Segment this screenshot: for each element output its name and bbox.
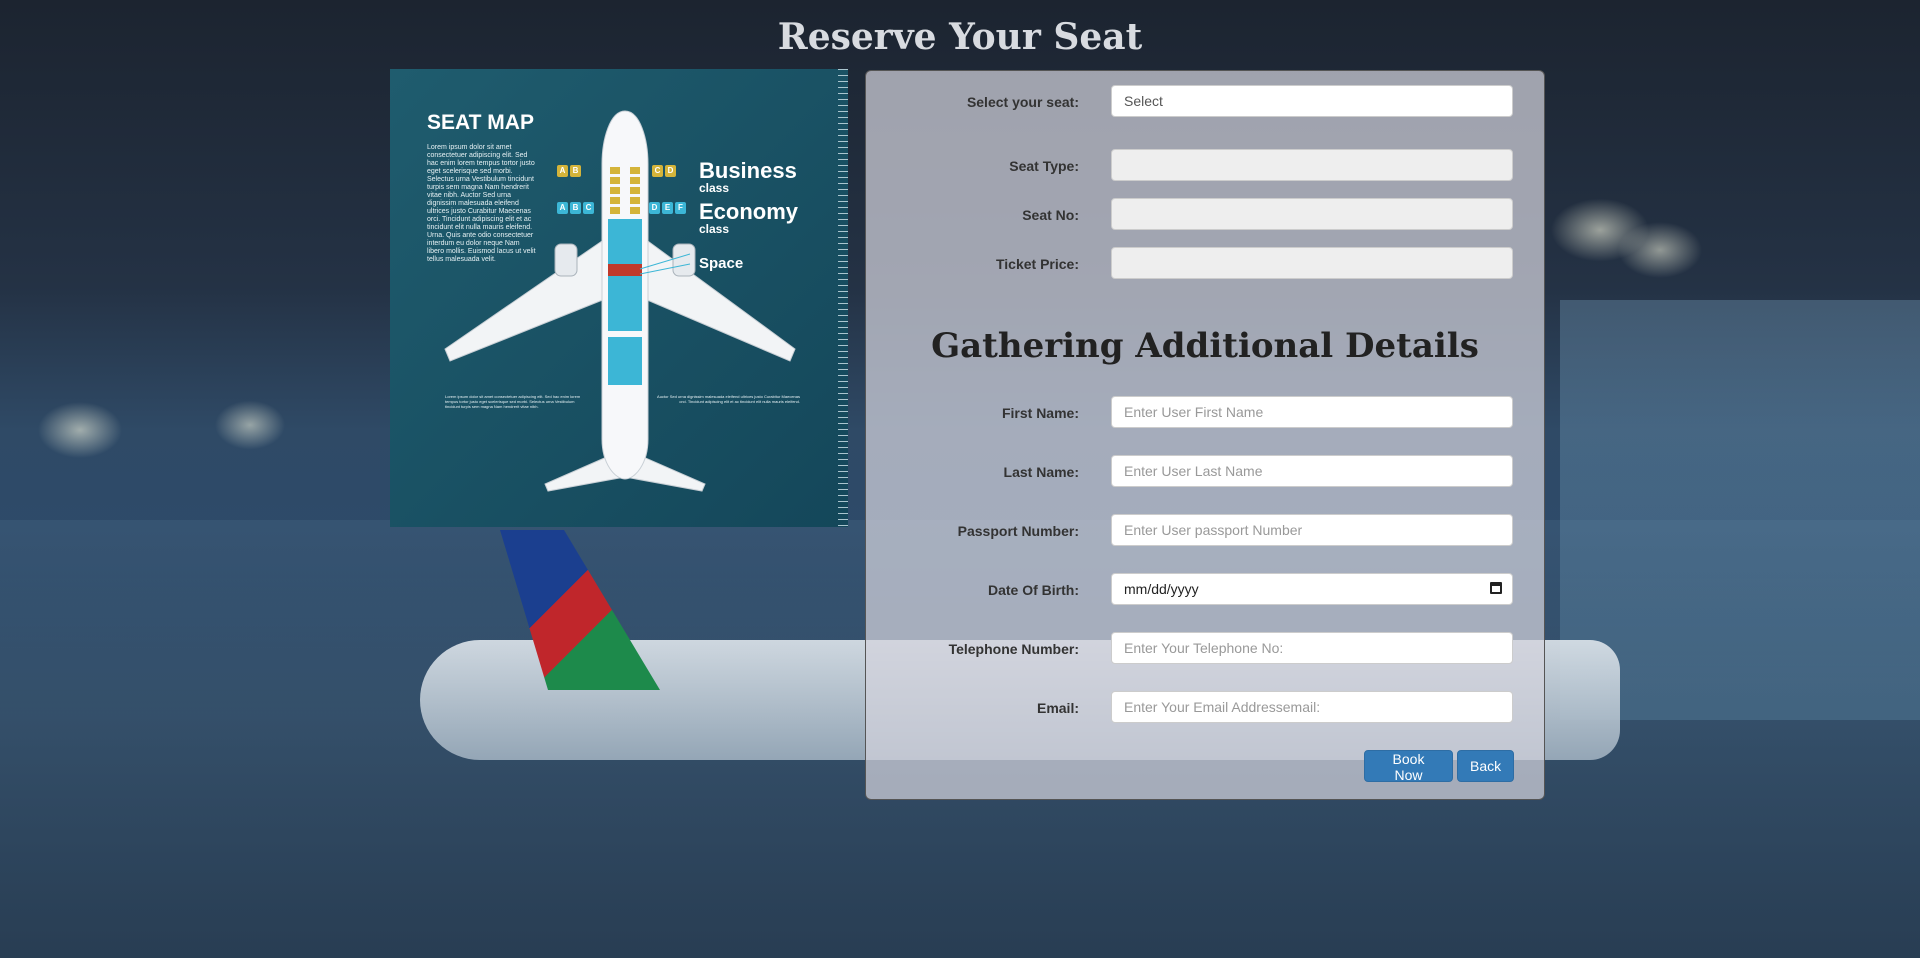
passport-label: Passport Number: xyxy=(957,523,1079,539)
seat-map-image: SEAT MAP Lorem ipsum dolor sit amet cons… xyxy=(390,69,848,527)
page-title: Reserve Your Seat xyxy=(777,16,1143,58)
legend-economy-sub: class xyxy=(699,222,730,236)
business-tag: A xyxy=(557,165,568,177)
business-tag: D xyxy=(665,165,676,177)
email-label: Email: xyxy=(1036,700,1079,716)
dob-input[interactable]: mm/dd/yyyy xyxy=(1111,573,1513,605)
last-name-label: Last Name: xyxy=(1003,464,1079,480)
telephone-input[interactable] xyxy=(1111,632,1513,664)
book-now-button[interactable]: Book Now xyxy=(1364,750,1453,783)
seat-select[interactable]: Select xyxy=(1111,85,1513,117)
legend-space: Space xyxy=(699,255,744,272)
telephone-label: Telephone Number: xyxy=(948,641,1079,657)
calendar-icon[interactable] xyxy=(1490,582,1502,594)
business-tag: B xyxy=(570,165,581,177)
ticket-price-label: Ticket Price: xyxy=(995,256,1079,272)
seat-select-label: Select your seat: xyxy=(966,94,1079,110)
email-input[interactable] xyxy=(1111,691,1513,723)
economy-tag: A xyxy=(557,202,568,214)
economy-tag: D xyxy=(649,202,660,214)
seat-type-label: Seat Type: xyxy=(1009,158,1079,174)
last-name-input[interactable] xyxy=(1111,455,1513,487)
passport-input[interactable] xyxy=(1111,514,1513,546)
first-name-input[interactable] xyxy=(1111,396,1513,428)
economy-tag: F xyxy=(675,202,686,214)
first-name-label: First Name: xyxy=(1001,405,1079,421)
ticket-price-field xyxy=(1111,247,1513,279)
back-button[interactable]: Back xyxy=(1457,750,1514,782)
seat-type-field xyxy=(1111,149,1513,181)
economy-tag: E xyxy=(662,202,673,214)
seat-no-field xyxy=(1111,198,1513,230)
additional-details-heading: Gathering Additional Details xyxy=(931,326,1479,366)
dob-placeholder: mm/dd/yyyy xyxy=(1124,581,1199,597)
airplane-diagram xyxy=(444,110,796,492)
dob-label: Date Of Birth: xyxy=(988,582,1079,598)
seat-no-label: Seat No: xyxy=(1022,207,1079,223)
reservation-form: Select your seat: Select Seat Type: Seat… xyxy=(865,70,1545,800)
economy-tag: B xyxy=(570,202,581,214)
legend-business-sub: class xyxy=(699,181,730,195)
economy-tag: C xyxy=(583,202,594,214)
business-tag: C xyxy=(652,165,663,177)
